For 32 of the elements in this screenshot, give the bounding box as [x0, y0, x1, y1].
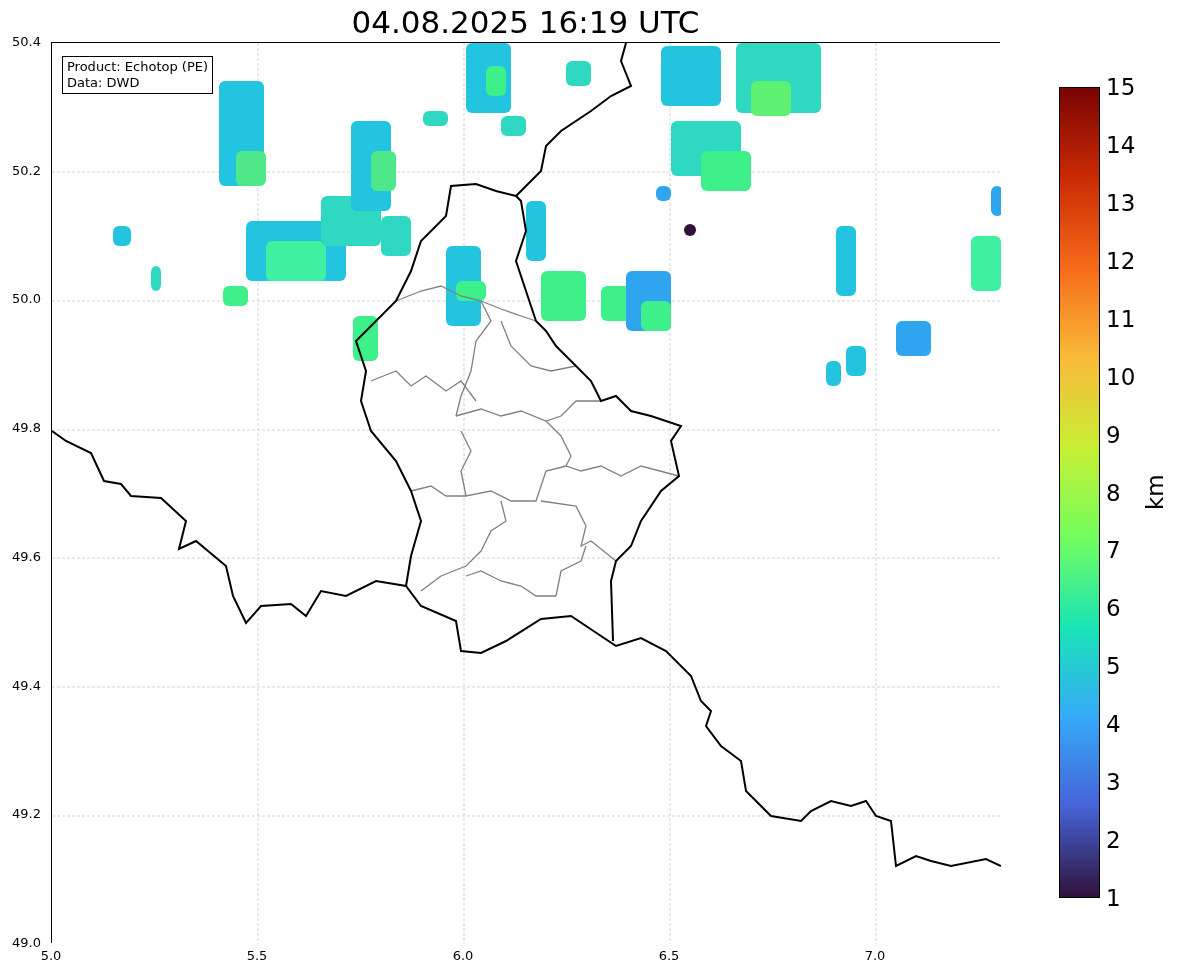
- colorbar-tick-label: 2: [1106, 827, 1121, 854]
- colorbar-tick-label: 12: [1106, 247, 1136, 274]
- legend-text: Product: Echotop (PE): [67, 59, 209, 75]
- y-tick-label: 49.6: [12, 548, 41, 565]
- colorbar-tick-label: 14: [1106, 131, 1136, 158]
- x-tick-label: 5.5: [245, 948, 269, 964]
- colorbar-tick-label: 4: [1106, 711, 1121, 738]
- colorbar-tick-label: 8: [1106, 479, 1121, 506]
- y-tick-label: 49.0: [12, 935, 41, 951]
- legend-text: Data: DWD: [67, 75, 141, 91]
- y-tick-label: 49.4: [12, 677, 41, 694]
- colorbar-tick-label: 6: [1106, 595, 1121, 622]
- x-tick-label: 7.0: [863, 948, 887, 964]
- colorbar-tick-label: 5: [1106, 653, 1121, 680]
- colorbar-tick-label: 13: [1106, 189, 1136, 216]
- y-tick-label: 50.0: [12, 291, 41, 308]
- colorbar-tick-label: 10: [1106, 363, 1136, 390]
- chart-title: 04.08.2025 16:19 UTC: [351, 3, 700, 42]
- y-tick-label: 49.8: [12, 420, 41, 437]
- colorbar-tick-label: 1: [1106, 885, 1121, 911]
- colorbar-label: km: [1140, 474, 1169, 511]
- x-tick-label: 6.5: [657, 948, 681, 964]
- colorbar-tick-label: 11: [1106, 305, 1136, 332]
- y-tick-label: 49.2: [12, 806, 41, 823]
- colorbar-tick-label: 15: [1106, 74, 1136, 100]
- y-tick-label: 50.4: [12, 34, 41, 50]
- x-tick-label: 5.0: [39, 948, 63, 964]
- colorbar-tick-label: 3: [1106, 769, 1121, 796]
- y-tick-label: 50.2: [12, 162, 41, 179]
- colorbar-tick-label: 7: [1106, 537, 1121, 564]
- x-tick-label: 6.0: [451, 948, 475, 964]
- colorbar-tick-label: 9: [1106, 421, 1121, 448]
